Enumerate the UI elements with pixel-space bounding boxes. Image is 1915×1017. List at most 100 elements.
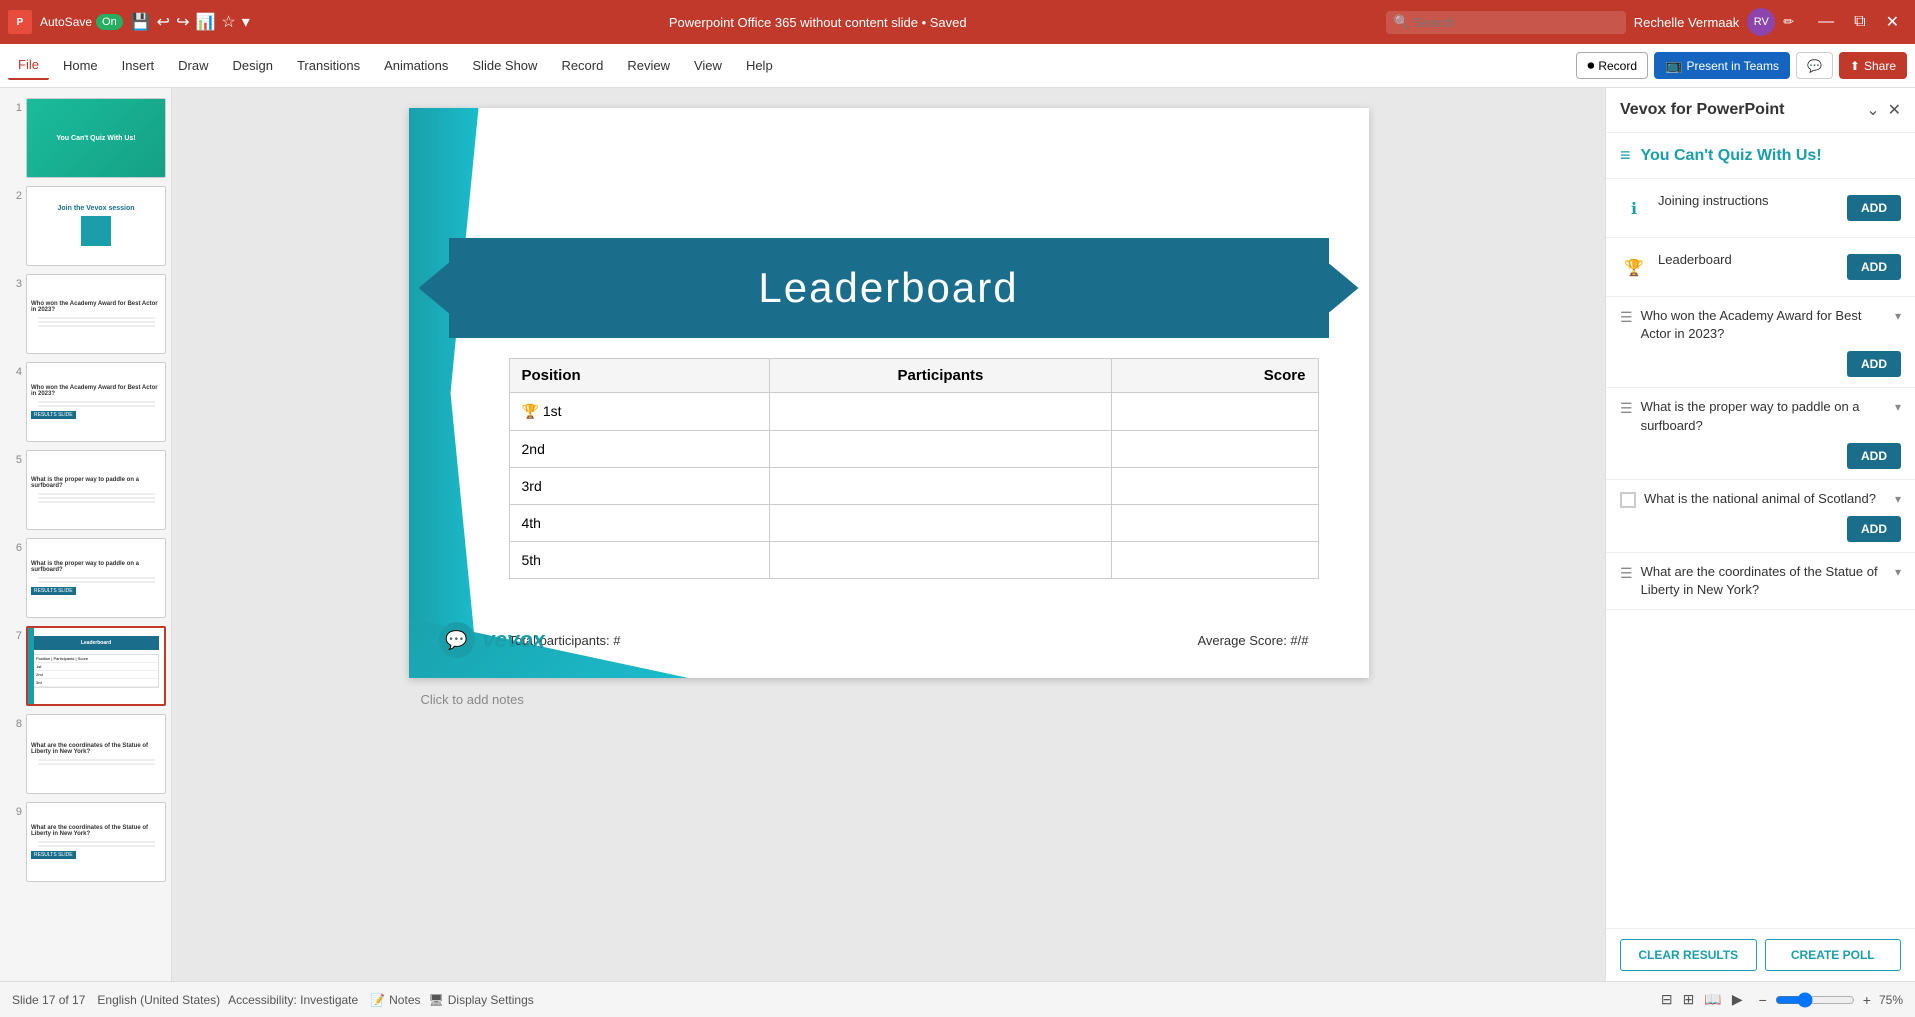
slide-thumb-5[interactable]: What is the proper way to paddle on a su… <box>26 450 166 530</box>
leaderboard-add-button[interactable]: ADD <box>1847 254 1901 280</box>
normal-view-button[interactable]: ⊟ <box>1657 989 1677 1010</box>
vevox-controls: ⌄ ✕ <box>1866 100 1901 120</box>
undo-icon[interactable]: ↩ <box>157 12 170 32</box>
share-button[interactable]: ⬆ Share <box>1839 52 1907 79</box>
slide-item-8[interactable]: 8 What are the coordinates of the Statue… <box>4 712 167 796</box>
slide-info: Slide 17 of 17 <box>12 993 85 1007</box>
vevox-logo-text: vevox <box>483 627 545 653</box>
close-button[interactable]: ✕ <box>1878 10 1907 34</box>
slide-thumb-8[interactable]: What are the coordinates of the Statue o… <box>26 714 166 794</box>
title-bar: P AutoSave On 💾 ↩ ↪ 📊 ☆ ▾ Powerpoint Off… <box>0 0 1915 44</box>
slide-thumb-4[interactable]: Who won the Academy Award for Best Actor… <box>26 362 166 442</box>
teams-icon: 📺 <box>1665 57 1682 74</box>
autosave-toggle[interactable]: On <box>96 14 123 30</box>
question-text-1: Who won the Academy Award for Best Actor… <box>1641 307 1887 343</box>
vevox-close-button[interactable]: ✕ <box>1888 100 1901 120</box>
leaderboard-section: 🏆 Leaderboard ADD <box>1606 238 1915 297</box>
slide-thumb-3[interactable]: Who won the Academy Award for Best Actor… <box>26 274 166 354</box>
slide-item-7[interactable]: 7 Leaderboard Position | Participants | … <box>4 624 167 708</box>
search-wrapper: 🔍 <box>1386 11 1626 34</box>
question-chevron-1[interactable]: ▾ <box>1895 309 1901 323</box>
pos-1: 🏆 1st <box>509 393 769 431</box>
table-row: 5th <box>509 542 1318 579</box>
tab-file[interactable]: File <box>8 51 49 80</box>
save-icon[interactable]: 💾 <box>131 12 151 32</box>
file-title: Powerpoint Office 365 without content sl… <box>258 15 1378 30</box>
question-chevron-3[interactable]: ▾ <box>1895 492 1901 506</box>
dropdown-icon[interactable]: ▾ <box>242 12 250 32</box>
slide-thumb-6[interactable]: What is the proper way to paddle on a su… <box>26 538 166 618</box>
avatar: RV <box>1747 8 1775 36</box>
star-icon[interactable]: ☆ <box>221 12 235 32</box>
toolbar-icons: 💾 ↩ ↪ 📊 ☆ ▾ <box>131 12 250 32</box>
accessibility-label[interactable]: Accessibility: Investigate <box>228 993 358 1007</box>
slide-thumb-1[interactable]: You Can't Quiz With Us! <box>26 98 166 178</box>
record-button[interactable]: ⏺ Record <box>1576 52 1648 79</box>
search-input[interactable] <box>1386 11 1626 34</box>
zoom-out-button[interactable]: − <box>1755 990 1771 1010</box>
slide-item-2[interactable]: 2 Join the Vevox session <box>4 184 167 268</box>
zoom-controls: − + 75% <box>1755 990 1903 1010</box>
slide-sorter-button[interactable]: ⊞ <box>1679 989 1699 1010</box>
question-list-icon-1: ☰ <box>1620 309 1633 326</box>
slide-item-5[interactable]: 5 What is the proper way to paddle on a … <box>4 448 167 532</box>
user-area: Rechelle Vermaak RV ✏ <box>1634 8 1794 36</box>
tab-insert[interactable]: Insert <box>112 52 165 79</box>
col-score: Score <box>1112 359 1318 393</box>
joining-instructions-add-button[interactable]: ADD <box>1847 195 1901 221</box>
joining-instructions-body: Joining instructions <box>1658 193 1837 208</box>
right-controls: ⊟ ⊞ 📖 ▶ − + 75% <box>1657 989 1903 1010</box>
present-teams-button[interactable]: 📺 Present in Teams <box>1654 52 1790 79</box>
pen-icon[interactable]: ✏ <box>1783 14 1794 30</box>
tab-design[interactable]: Design <box>223 52 283 79</box>
tab-animations[interactable]: Animations <box>374 52 458 79</box>
notes-label: Notes <box>389 993 420 1007</box>
tab-draw[interactable]: Draw <box>168 52 218 79</box>
pos-3: 3rd <box>509 468 769 505</box>
table-row: 3rd <box>509 468 1318 505</box>
reading-view-button[interactable]: 📖 <box>1700 989 1725 1010</box>
tab-transitions[interactable]: Transitions <box>287 52 370 79</box>
comment-button[interactable]: 💬 <box>1796 52 1833 79</box>
zoom-slider[interactable] <box>1775 992 1855 1008</box>
tab-view[interactable]: View <box>684 52 732 79</box>
redo-icon[interactable]: ↪ <box>176 12 189 32</box>
pos-5: 5th <box>509 542 769 579</box>
question-chevron-4[interactable]: ▾ <box>1895 565 1901 579</box>
zoom-in-button[interactable]: + <box>1859 990 1875 1010</box>
question-chevron-2[interactable]: ▾ <box>1895 400 1901 414</box>
tab-record[interactable]: Record <box>551 52 613 79</box>
question-checkbox-icon-3[interactable] <box>1620 492 1636 508</box>
slide-item-3[interactable]: 3 Who won the Academy Award for Best Act… <box>4 272 167 356</box>
question-add-button-2[interactable]: ADD <box>1847 443 1901 469</box>
slide-thumb-2[interactable]: Join the Vevox session <box>26 186 166 266</box>
average-score: Average Score: #/# <box>1197 633 1308 648</box>
slide-item-4[interactable]: 4 Who won the Academy Award for Best Act… <box>4 360 167 444</box>
slide-item-9[interactable]: 9 What are the coordinates of the Statue… <box>4 800 167 884</box>
tab-help[interactable]: Help <box>736 52 783 79</box>
slide-canvas[interactable]: Leaderboard Position Participants Score … <box>409 108 1369 678</box>
clear-results-button[interactable]: CLEAR RESULTS <box>1620 939 1757 971</box>
present-icon[interactable]: 📊 <box>195 12 215 32</box>
minimize-button[interactable]: — <box>1810 11 1842 33</box>
slide-thumb-9[interactable]: What are the coordinates of the Statue o… <box>26 802 166 882</box>
slide-thumb-7[interactable]: Leaderboard Position | Participants | Sc… <box>26 626 166 706</box>
vevox-collapse-button[interactable]: ⌄ <box>1866 100 1879 120</box>
leaderboard-body: Leaderboard <box>1658 252 1837 267</box>
slide-item-6[interactable]: 6 What is the proper way to paddle on a … <box>4 536 167 620</box>
tab-slideshow[interactable]: Slide Show <box>462 52 547 79</box>
display-settings-area[interactable]: 🖥 Display Settings <box>429 993 534 1007</box>
slide-item-1[interactable]: 1 You Can't Quiz With Us! <box>4 96 167 180</box>
restore-button[interactable]: ⧉ <box>1846 11 1873 33</box>
notes-hint[interactable]: Click to add notes <box>409 684 1369 715</box>
question-add-button-3[interactable]: ADD <box>1847 516 1901 542</box>
hamburger-icon[interactable]: ≡ <box>1620 145 1631 166</box>
tab-home[interactable]: Home <box>53 52 108 79</box>
question-item-4: ☰ What are the coordinates of the Statue… <box>1606 553 1915 610</box>
slideshow-button[interactable]: ▶ <box>1728 989 1747 1010</box>
tab-review[interactable]: Review <box>617 52 680 79</box>
leaderboard-icon: 🏆 <box>1620 254 1648 282</box>
notes-area[interactable]: 📝 Notes <box>370 993 420 1007</box>
create-poll-button[interactable]: CREATE POLL <box>1765 939 1902 971</box>
question-add-button-1[interactable]: ADD <box>1847 351 1901 377</box>
